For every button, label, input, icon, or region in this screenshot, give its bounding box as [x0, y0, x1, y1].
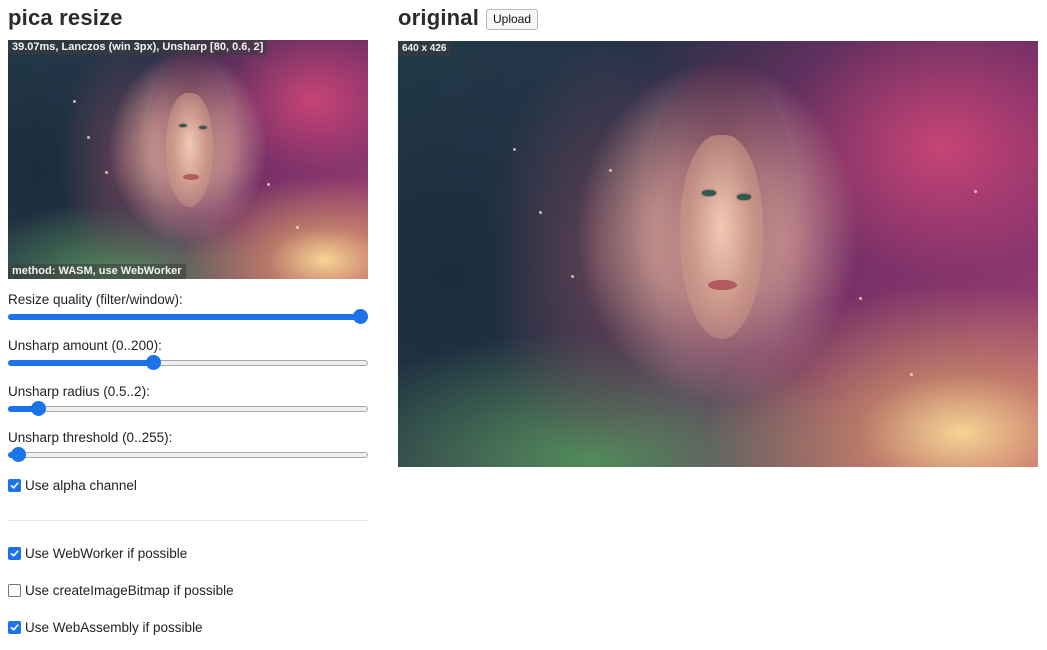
createimagebitmap-checkbox-row[interactable]: Use createImageBitmap if possible — [8, 582, 234, 598]
photo-eye-left — [179, 123, 187, 127]
photo-speck — [267, 183, 271, 187]
slider-thumb[interactable] — [31, 401, 46, 416]
unsharp-radius-slider[interactable] — [8, 401, 368, 417]
photo-eye-right — [737, 194, 752, 200]
photo-speck — [72, 99, 76, 103]
unsharp-amount-slider[interactable] — [8, 355, 368, 371]
slider-thumb[interactable] — [146, 355, 161, 370]
photo-speck — [609, 168, 613, 172]
unsharp-radius-label: Unsharp radius (0.5..2): — [8, 384, 150, 399]
unsharp-threshold-slider[interactable] — [8, 447, 368, 463]
upload-button[interactable]: Upload — [486, 9, 539, 30]
slider-track — [8, 452, 368, 458]
slider-fill — [8, 314, 361, 320]
photo-speck — [974, 190, 977, 194]
photo-speck — [513, 147, 517, 151]
photo-speck — [538, 211, 542, 215]
photo-speck — [296, 226, 299, 230]
unsharp-amount-label: Unsharp amount (0..200): — [8, 338, 162, 353]
quality-label: Resize quality (filter/window): — [8, 292, 183, 307]
original-title: original — [398, 5, 480, 30]
photo-face — [166, 92, 214, 208]
alpha-checkbox-row[interactable]: Use alpha channel — [8, 477, 137, 493]
alpha-checkbox-label: Use alpha channel — [25, 477, 137, 493]
slider-thumb[interactable] — [353, 309, 368, 324]
webassembly-checkbox[interactable] — [8, 620, 21, 634]
photo-speck — [105, 171, 109, 175]
alpha-checkbox[interactable] — [8, 478, 21, 492]
photo-speck — [910, 373, 913, 377]
photo-speck — [570, 275, 574, 279]
resized-image: 39.07ms, Lanczos (win 3px), Unsharp [80,… — [8, 40, 368, 279]
check-icon — [10, 549, 19, 557]
slider-thumb[interactable] — [10, 447, 26, 462]
createimagebitmap-checkbox-label: Use createImageBitmap if possible — [25, 582, 234, 598]
webassembly-checkbox-label: Use WebAssembly if possible — [25, 619, 203, 635]
check-icon — [10, 481, 19, 489]
photo-speck — [87, 135, 91, 139]
createimagebitmap-checkbox[interactable] — [8, 583, 21, 597]
webworker-checkbox-row[interactable]: Use WebWorker if possible — [8, 545, 187, 561]
check-icon — [10, 623, 19, 631]
resize-title: pica resize — [8, 5, 123, 30]
photo-eye-right — [198, 126, 207, 130]
webassembly-checkbox-row[interactable]: Use WebAssembly if possible — [8, 619, 203, 635]
photo-lips — [708, 279, 738, 291]
photo-speck — [858, 296, 862, 300]
original-image: 640 x 426 — [398, 41, 1038, 467]
photo-face — [679, 134, 763, 340]
slider-track — [8, 406, 368, 412]
quality-slider[interactable] — [8, 309, 368, 325]
webworker-checkbox[interactable] — [8, 546, 21, 560]
webworker-checkbox-label: Use WebWorker if possible — [25, 545, 188, 561]
dimensions-label: 640 x 426 — [398, 41, 451, 56]
timing-label: 39.07ms, Lanczos (win 3px), Unsharp [80,… — [8, 40, 268, 55]
pica-demo-page: pica resize 39.07ms, Lanczos (win 3px), … — [0, 0, 1047, 650]
photo-lips — [182, 173, 199, 180]
slider-fill — [8, 360, 154, 366]
unsharp-threshold-label: Unsharp threshold (0..255): — [8, 430, 173, 445]
divider — [8, 520, 368, 521]
method-label: method: WASM, use WebWorker — [8, 264, 186, 279]
photo-eye-left — [702, 190, 717, 196]
